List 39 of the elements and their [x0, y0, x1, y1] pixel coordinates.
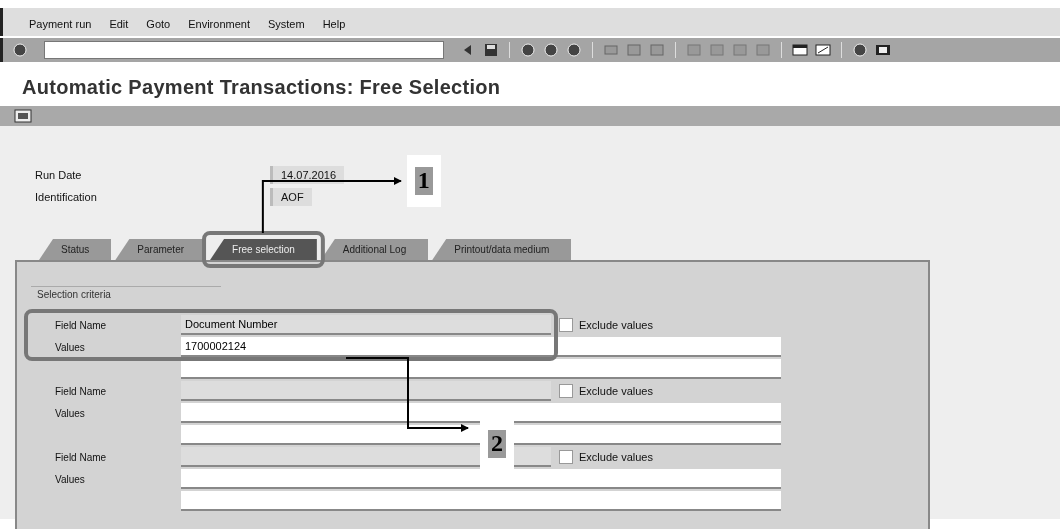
checkbox-label: Exclude values — [579, 317, 653, 333]
group-title: Selection criteria — [31, 286, 221, 302]
field-label: Identification — [35, 189, 98, 205]
field-label: Values — [54, 472, 86, 487]
save-icon[interactable] — [482, 42, 500, 58]
field-label: Field Name — [54, 384, 108, 399]
menu-item[interactable]: Goto — [146, 15, 171, 32]
values-input[interactable] — [181, 469, 781, 489]
values-input[interactable] — [181, 403, 781, 423]
menu-item[interactable]: Edit — [109, 15, 129, 32]
checkbox-label: Exclude values — [579, 449, 653, 465]
command-field[interactable] — [44, 41, 444, 59]
callout-number: 2 — [488, 430, 506, 458]
values-input[interactable]: 1700002124 — [181, 337, 781, 357]
exclude-checkbox[interactable] — [559, 384, 573, 398]
menu-item[interactable]: Payment run — [29, 15, 92, 32]
exclude-checkbox[interactable] — [559, 450, 573, 464]
menu-item[interactable]: Help — [322, 15, 346, 32]
window-icon[interactable] — [814, 42, 832, 58]
menu-item[interactable]: Environment — [188, 15, 250, 32]
field-label: Values — [54, 340, 86, 355]
field-name-input[interactable] — [181, 381, 551, 401]
exclude-checkbox[interactable] — [559, 318, 573, 332]
values-input[interactable] — [181, 359, 781, 379]
tab[interactable]: Status — [39, 239, 112, 260]
checkbox-label: Exclude values — [579, 383, 653, 399]
tab[interactable]: Printout/data medium — [432, 239, 572, 260]
field-name-input[interactable]: Document Number — [181, 315, 551, 335]
field-label: Values — [54, 406, 86, 421]
field-value: AOF — [270, 187, 312, 207]
field-label: Run Date — [35, 167, 83, 183]
screen-title: Automatic Payment Transactions: Free Selection — [21, 75, 502, 100]
callout-number: 1 — [414, 167, 433, 195]
menu-item[interactable]: System — [267, 15, 305, 32]
field-label: Field Name — [54, 318, 108, 333]
field-label: Field Name — [54, 450, 108, 465]
tab[interactable]: Free selection — [210, 239, 317, 260]
values-input[interactable] — [181, 491, 781, 511]
window-icon[interactable] — [791, 42, 809, 58]
